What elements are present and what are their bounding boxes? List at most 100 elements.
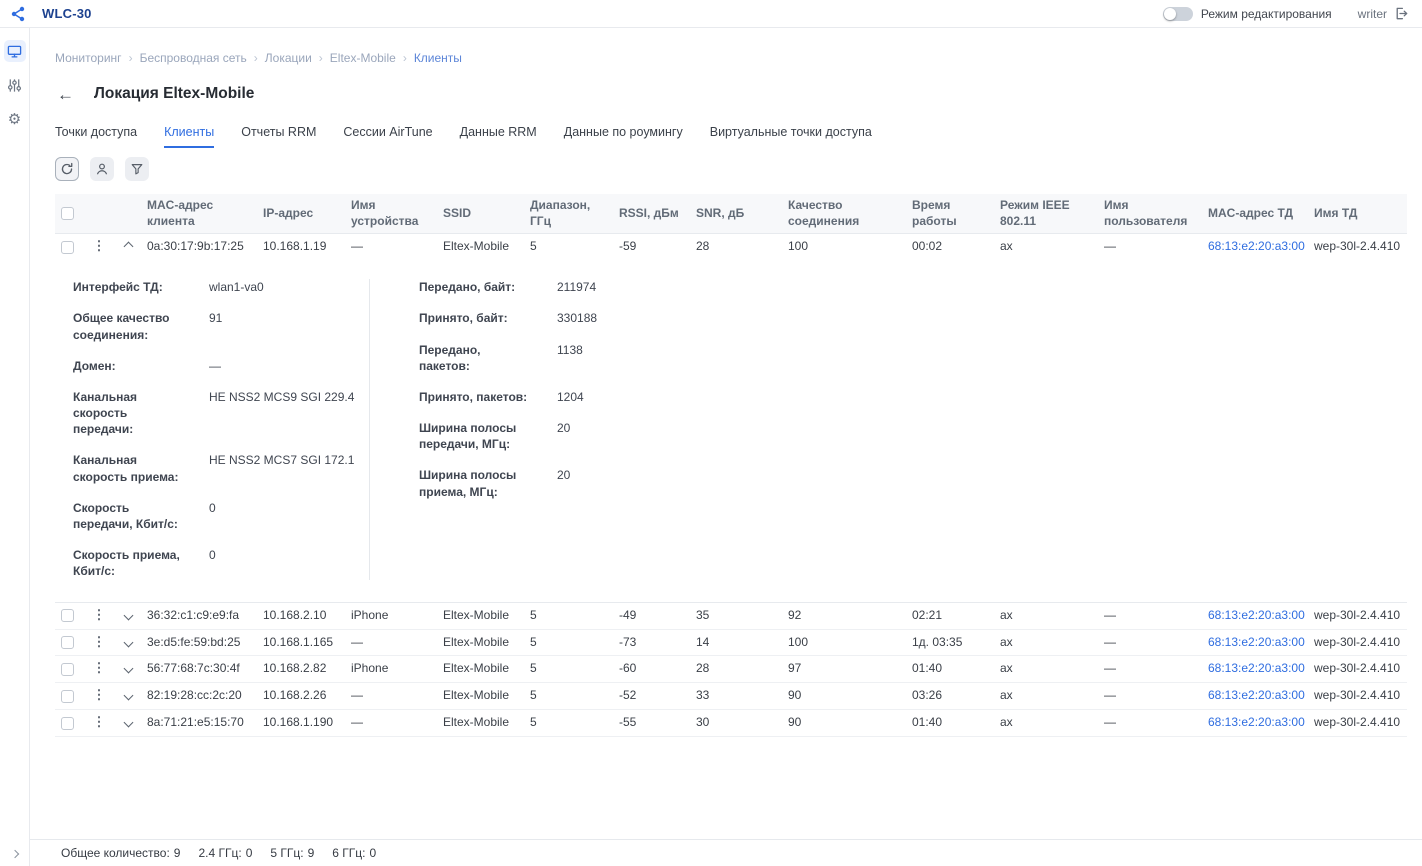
cell-device: — [347,234,439,260]
client-action-button[interactable] [90,157,114,181]
cell-quality: 90 [784,683,908,710]
header-device-name: Имя устройства [347,194,439,234]
row-menu-button[interactable]: ⋮ [93,715,106,728]
sidebar-item-monitoring[interactable] [4,40,26,62]
row-menu-button[interactable]: ⋮ [93,688,106,701]
breadcrumb-item-clients[interactable]: Клиенты [414,51,462,65]
filter-funnel-icon [130,162,144,176]
cell-rssi: -52 [615,683,692,710]
tab-roaming-data[interactable]: Данные по роумингу [564,125,683,148]
header-ssid: SSID [439,194,526,234]
sidebar: ⚙ [0,28,30,866]
cell-ap-name: wep-30l-2.4.410 [1310,602,1407,629]
tab-virtual-aps[interactable]: Виртуальные точки доступа [710,125,872,148]
detail-value: HE NSS2 MCS9 SGI 229.4 [209,389,354,405]
row-checkbox[interactable] [61,636,74,649]
sidebar-expand-button[interactable] [0,851,30,857]
ap-mac-link[interactable]: 68:13:e2:20:a3:00 [1208,239,1305,253]
cell-uptime: 00:02 [908,234,996,260]
header-username: Имя пользователя [1100,194,1204,234]
cell-mode: ax [996,629,1100,656]
back-button[interactable]: ← [57,86,74,103]
cell-snr: 35 [692,602,784,629]
cell-ap-name: wep-30l-2.4.410 [1310,683,1407,710]
title-row: ← Локация Eltex-Mobile [57,83,1422,105]
edit-mode-toggle[interactable] [1163,7,1193,21]
cell-rssi: -60 [615,656,692,683]
ap-mac-link[interactable]: 68:13:e2:20:a3:00 [1208,688,1305,702]
row-checkbox[interactable] [61,241,74,254]
topbar-right: Режим редактирования writer [1163,6,1422,21]
expand-chevron-icon[interactable] [123,664,133,674]
cell-band: 5 [526,629,615,656]
row-menu-button[interactable]: ⋮ [93,239,106,252]
detail-label: Скорость приема, Кбит/с: [73,547,185,579]
tab-access-points[interactable]: Точки доступа [55,125,137,148]
cell-snr: 14 [692,629,784,656]
cell-ip: 10.168.1.165 [259,629,347,656]
row-menu-button[interactable]: ⋮ [93,635,106,648]
row-menu-button[interactable]: ⋮ [93,661,106,674]
row-menu-button[interactable]: ⋮ [93,608,106,621]
sidebar-item-settings[interactable]: ⚙ [4,108,26,130]
detail-label: Канальная скорость передачи: [73,389,185,438]
cell-ip: 10.168.2.82 [259,656,347,683]
table-row: ⋮ 3e:d5:fe:59:bd:25 10.168.1.165 — Eltex… [55,629,1407,656]
cell-device: — [347,683,439,710]
tab-airtune-sessions[interactable]: Сессии AirTune [343,125,432,148]
ap-mac-link[interactable]: 68:13:e2:20:a3:00 [1208,608,1305,622]
table-row: ⋮ 82:19:28:cc:2c:20 10.168.2.26 — Eltex-… [55,683,1407,710]
ap-mac-link[interactable]: 68:13:e2:20:a3:00 [1208,635,1305,649]
select-all-checkbox[interactable] [61,207,74,220]
logout-button[interactable] [1393,6,1408,21]
breadcrumb-item-location[interactable]: Eltex-Mobile [330,51,396,65]
refresh-button[interactable] [55,157,79,181]
detail-value: 20 [557,467,570,483]
cell-ssid: Eltex-Mobile [439,602,526,629]
breadcrumb-item-monitoring[interactable]: Мониторинг [55,51,122,65]
row-checkbox[interactable] [61,609,74,622]
cell-rssi: -55 [615,710,692,737]
cell-uptime: 02:21 [908,602,996,629]
cell-quality: 97 [784,656,908,683]
cell-quality: 90 [784,710,908,737]
tab-rrm-reports[interactable]: Отчеты RRM [241,125,316,148]
gear-icon: ⚙ [8,112,21,127]
detail-value: wlan1-va0 [209,279,264,295]
ap-mac-link[interactable]: 68:13:e2:20:a3:00 [1208,715,1305,729]
expand-chevron-icon[interactable] [123,691,133,701]
cell-ap-name: wep-30l-2.4.410 [1310,710,1407,737]
tab-clients[interactable]: Клиенты [164,125,214,148]
cell-device: — [347,629,439,656]
header-client-mac: MAC-адрес клиента [143,194,259,234]
expand-chevron-icon[interactable] [123,718,133,728]
expand-chevron-icon[interactable] [123,637,133,647]
filter-button[interactable] [125,157,149,181]
row-checkbox[interactable] [61,717,74,730]
details-left-column: Интерфейс ТД:wlan1-va0 Общее качество со… [73,279,370,579]
header-rssi: RSSI, дБм [615,194,692,234]
collapse-chevron-icon[interactable] [123,242,133,252]
username: writer [1358,7,1387,21]
detail-value: HE NSS2 MCS7 SGI 172.1 [209,452,354,468]
cell-mode: ax [996,656,1100,683]
header-ieee-mode: Режим IEEE 802.11 [996,194,1100,234]
breadcrumb-item-wireless[interactable]: Беспроводная сеть [140,51,247,65]
user-icon [95,162,109,176]
header-uptime: Время работы [908,194,996,234]
tab-rrm-data[interactable]: Данные RRM [460,125,537,148]
breadcrumb-item-locations[interactable]: Локации [265,51,312,65]
ap-mac-link[interactable]: 68:13:e2:20:a3:00 [1208,661,1305,675]
cell-snr: 30 [692,710,784,737]
topbar: WLC-30 Режим редактирования writer [0,0,1422,28]
row-checkbox[interactable] [61,663,74,676]
cell-mode: ax [996,602,1100,629]
row-checkbox[interactable] [61,690,74,703]
main-content: Мониторинг › Беспроводная сеть › Локации… [30,28,1422,866]
detail-label: Принято, пакетов: [419,389,533,405]
expand-chevron-icon[interactable] [123,610,133,620]
sidebar-item-configuration[interactable] [4,74,26,96]
cell-client-mac: 8a:71:21:e5:15:70 [143,710,259,737]
header-ap-name: Имя ТД [1310,194,1407,234]
cell-ssid: Eltex-Mobile [439,683,526,710]
